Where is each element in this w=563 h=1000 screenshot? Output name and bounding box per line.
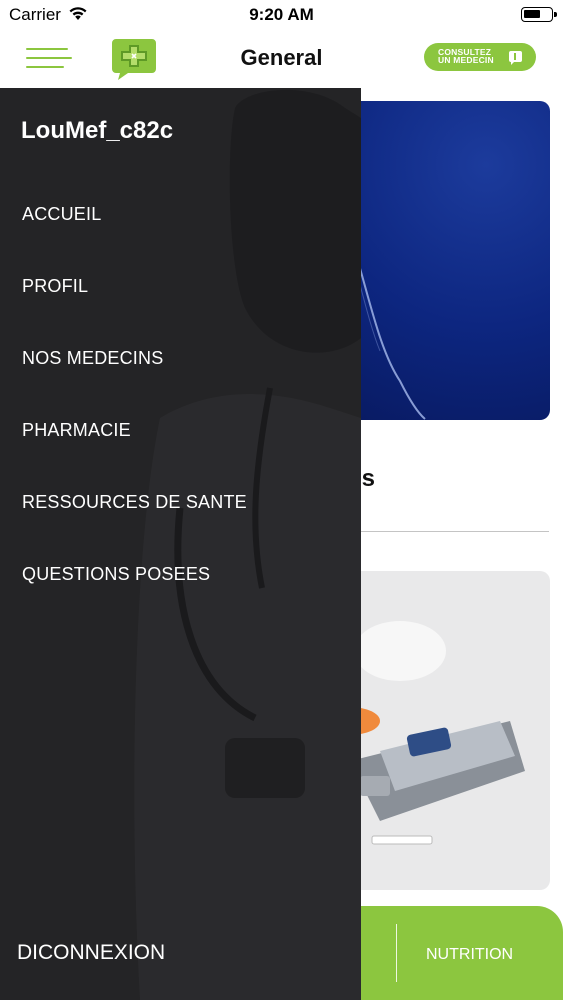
drawer-item-nos-medecins[interactable]: NOS MEDECINS: [22, 348, 163, 369]
drawer-item-ressources-de-sante[interactable]: RESSOURCES DE SANTE: [22, 492, 247, 513]
consult-doctor-button[interactable]: CONSULTEZ UN MEDECIN: [424, 43, 536, 71]
side-drawer: LouMef_c82c ACCUEIL PROFIL NOS MEDECINS …: [0, 88, 361, 1000]
drawer-username: LouMef_c82c: [21, 117, 174, 144]
consult-label-line2: UN MEDECIN: [438, 55, 494, 65]
drawer-item-questions-posees[interactable]: QUESTIONS POSEES: [22, 564, 210, 585]
logout-button[interactable]: DICONNEXION: [17, 941, 165, 965]
tab-nutrition[interactable]: NUTRITION: [426, 946, 513, 964]
status-bar: Carrier 9:20 AM: [0, 0, 563, 30]
status-time: 9:20 AM: [249, 5, 314, 24]
battery-nub: [554, 12, 557, 17]
battery-fill: [524, 10, 540, 18]
tab-divider: [396, 924, 397, 982]
nav-bar: General CONSULTEZ UN MEDECIN: [0, 30, 563, 88]
drawer-item-pharmacie[interactable]: PHARMACIE: [22, 420, 131, 441]
battery-icon: [521, 7, 557, 22]
drawer-item-profil[interactable]: PROFIL: [22, 276, 88, 297]
drawer-item-accueil[interactable]: ACCUEIL: [22, 204, 101, 225]
chat-icon: [509, 51, 522, 65]
